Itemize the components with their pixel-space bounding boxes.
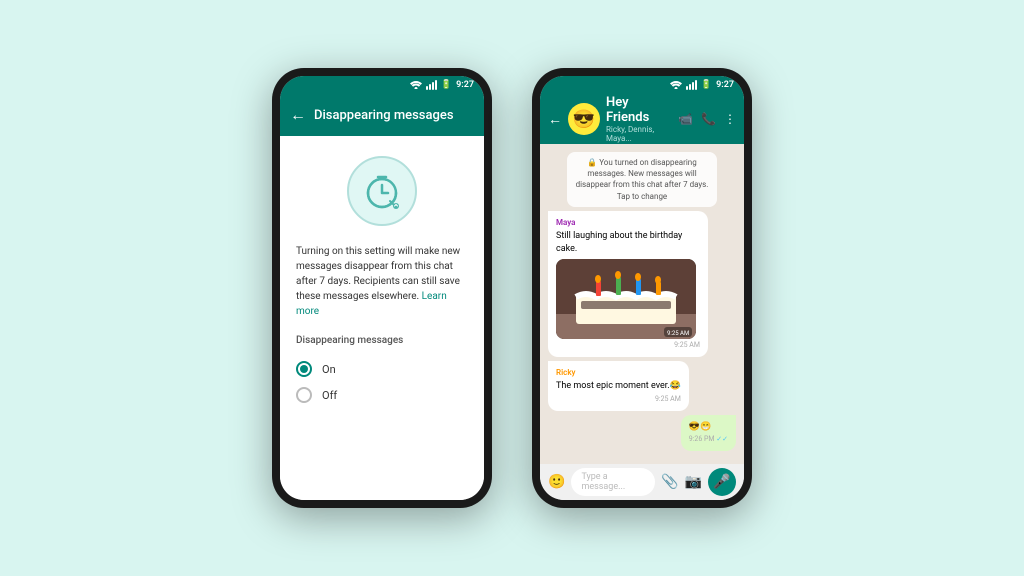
video-call-icon[interactable]: 📹 bbox=[678, 112, 693, 126]
page-title-1: Disappearing messages bbox=[314, 108, 474, 123]
radio-option-off[interactable]: Off bbox=[296, 382, 468, 408]
group-members: Ricky, Dennis, Maya... bbox=[606, 125, 672, 143]
emoji-icon[interactable]: 🙂 bbox=[548, 474, 565, 490]
sender-maya: Maya bbox=[556, 217, 700, 228]
message-ricky: Ricky The most epic moment ever.😂 9:25 A… bbox=[548, 361, 689, 411]
call-icon[interactable]: 📞 bbox=[701, 112, 716, 126]
message-input[interactable]: Type a message... bbox=[571, 468, 655, 496]
section-title: Disappearing messages bbox=[296, 335, 403, 346]
back-button-1[interactable]: ← bbox=[290, 105, 306, 125]
message-text-maya: Still laughing about the birthday cake. bbox=[556, 230, 700, 255]
message-time-maya: 9:25 AM bbox=[556, 341, 700, 351]
time-1: 9:27 bbox=[456, 80, 474, 90]
radio-label-on: On bbox=[322, 363, 336, 376]
battery-icon-2: 🔋 bbox=[701, 80, 712, 90]
radio-on[interactable] bbox=[296, 361, 312, 377]
back-button-2[interactable]: ← bbox=[548, 111, 562, 128]
svg-text:9:25 AM: 9:25 AM bbox=[667, 330, 689, 337]
group-avatar: 😎 bbox=[568, 103, 600, 135]
radio-label-off: Off bbox=[322, 389, 337, 402]
signal-icon-1 bbox=[426, 80, 437, 90]
attach-icon[interactable]: 📎 bbox=[661, 474, 678, 490]
sender-ricky: Ricky bbox=[556, 367, 681, 378]
phone1-header: ← Disappearing messages bbox=[280, 94, 484, 136]
phone1-content: Turning on this setting will make new me… bbox=[280, 136, 484, 500]
description-text: Turning on this setting will make new me… bbox=[296, 244, 468, 319]
phone-2-screen: 🔋 9:27 ← 😎 Hey Friends Ricky, Dennis, Ma… bbox=[540, 76, 744, 500]
time-2: 9:27 bbox=[716, 80, 734, 90]
timer-svg bbox=[362, 171, 402, 211]
battery-icon-1: 🔋 bbox=[441, 80, 452, 90]
chat-area: 🔒 You turned on disappearing messages. N… bbox=[540, 144, 744, 464]
message-time-ricky: 9:25 AM bbox=[556, 395, 681, 405]
cake-svg: 9:25 AM bbox=[556, 259, 696, 339]
timer-icon bbox=[347, 156, 417, 226]
message-text-sent: 😎😁 bbox=[689, 421, 728, 434]
phone-1: 🔋 9:27 ← Disappearing messages bbox=[272, 68, 492, 508]
status-bar-1: 🔋 9:27 bbox=[280, 76, 484, 94]
chat-header: ← 😎 Hey Friends Ricky, Dennis, Maya... 📹… bbox=[540, 94, 744, 144]
signal-icon-2 bbox=[686, 80, 697, 90]
chat-info[interactable]: Hey Friends Ricky, Dennis, Maya... bbox=[606, 95, 672, 143]
phone-2: 🔋 9:27 ← 😎 Hey Friends Ricky, Dennis, Ma… bbox=[532, 68, 752, 508]
group-name: Hey Friends bbox=[606, 95, 672, 125]
message-maya: Maya Still laughing about the birthday c… bbox=[548, 211, 708, 357]
message-sent: 😎😁 9:26 PM ✓✓ bbox=[681, 415, 736, 451]
chat-input-bar: 🙂 Type a message... 📎 📷 🎤 bbox=[540, 464, 744, 500]
wifi-icon-2 bbox=[670, 81, 682, 89]
radio-off[interactable] bbox=[296, 387, 312, 403]
message-time-sent: 9:26 PM ✓✓ bbox=[689, 435, 728, 445]
mic-button[interactable]: 🎤 bbox=[708, 468, 736, 496]
system-message[interactable]: 🔒 You turned on disappearing messages. N… bbox=[567, 152, 717, 207]
message-text-ricky: The most epic moment ever.😂 bbox=[556, 380, 681, 393]
header-icons: 📹 📞 ⋮ bbox=[678, 112, 736, 126]
phone-1-screen: 🔋 9:27 ← Disappearing messages bbox=[280, 76, 484, 500]
phones-container: 🔋 9:27 ← Disappearing messages bbox=[272, 68, 752, 508]
mic-icon: 🎤 bbox=[713, 474, 730, 490]
camera-icon[interactable]: 📷 bbox=[685, 474, 702, 490]
radio-inner-on bbox=[300, 365, 308, 373]
radio-option-on[interactable]: On bbox=[296, 356, 468, 382]
more-options-icon[interactable]: ⋮ bbox=[724, 112, 736, 126]
cake-image: 9:25 AM bbox=[556, 259, 696, 339]
read-receipts: ✓✓ bbox=[716, 435, 728, 443]
status-bar-2: 🔋 9:27 bbox=[540, 76, 744, 94]
wifi-icon bbox=[410, 81, 422, 89]
